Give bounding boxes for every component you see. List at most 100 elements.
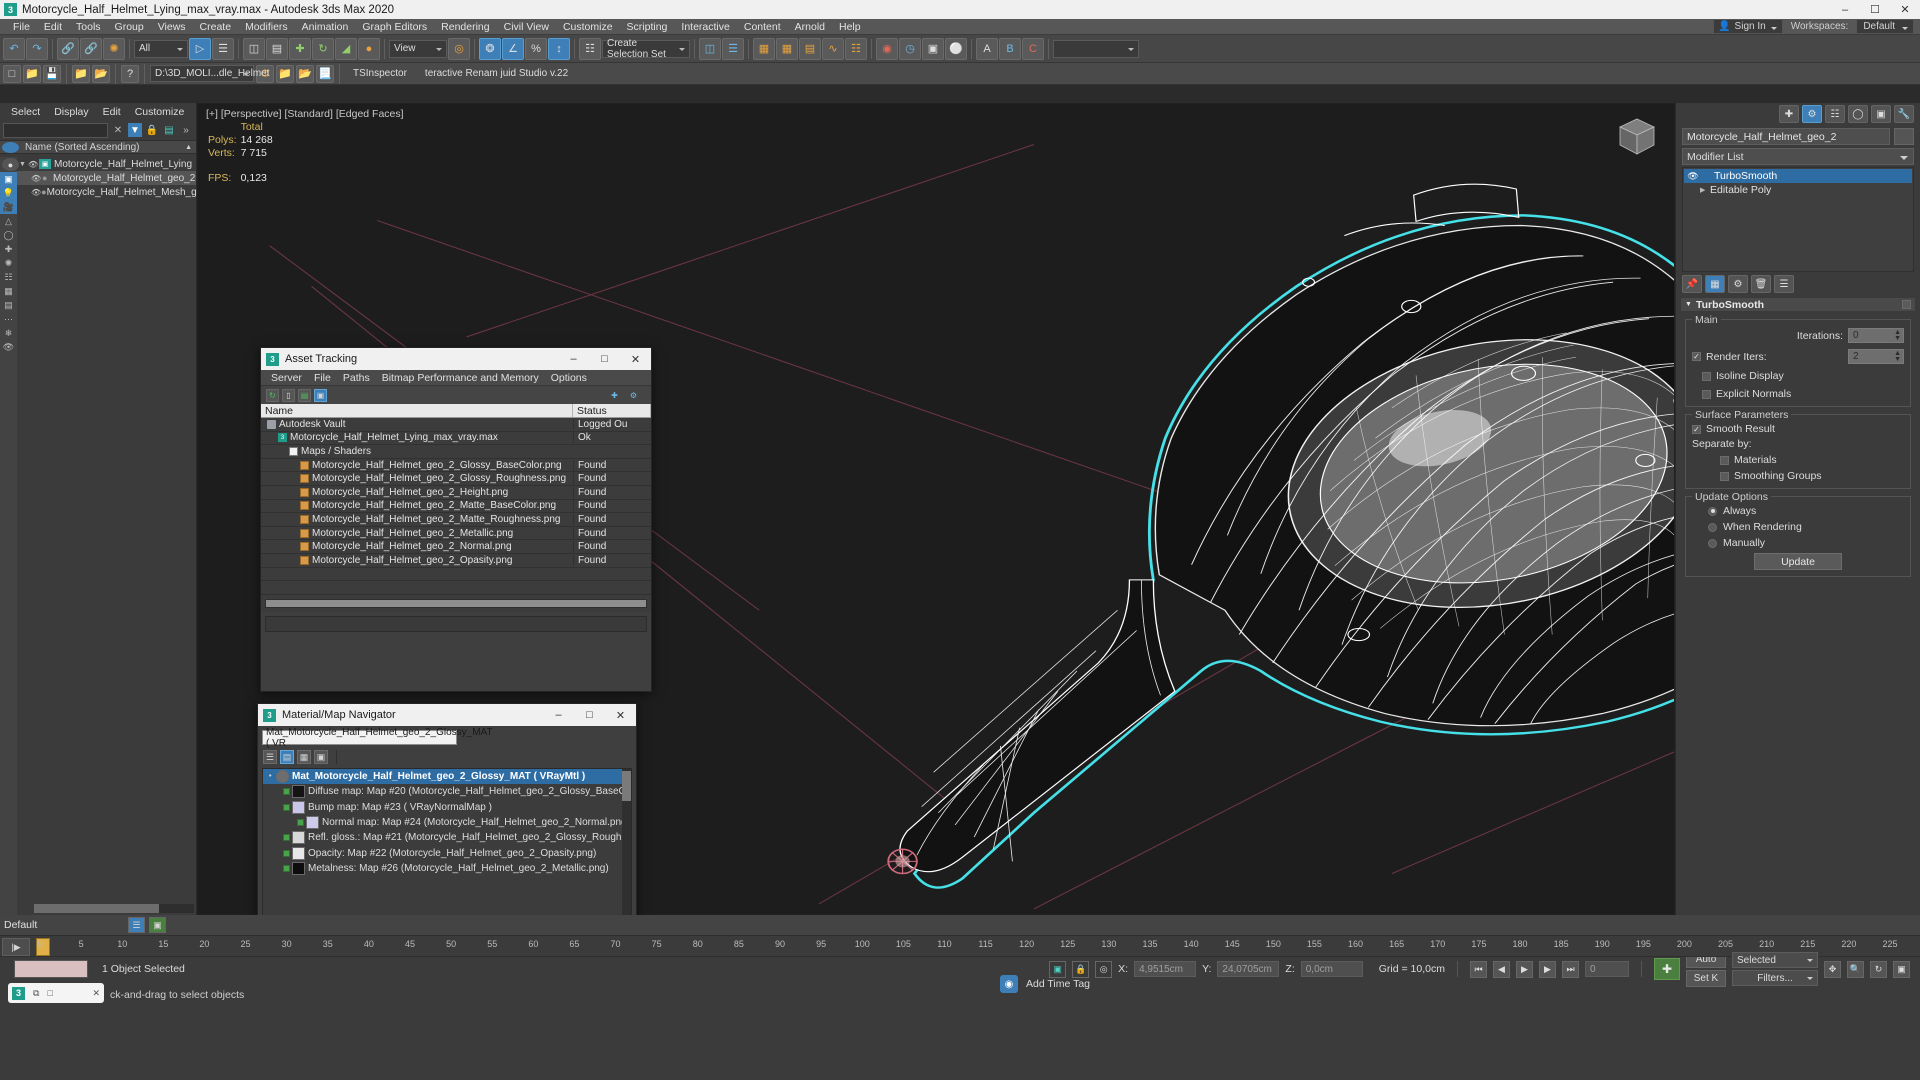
- redo-icon[interactable]: ↷: [26, 37, 48, 60]
- project-manage-icon[interactable]: 📃: [316, 64, 334, 83]
- materials-checkbox[interactable]: [1720, 455, 1729, 465]
- sort-arrow-icon[interactable]: ▲: [185, 144, 196, 151]
- listener-close-icon[interactable]: ✕: [92, 988, 100, 999]
- expand-plus-icon[interactable]: [283, 803, 290, 811]
- rollout-pin-box[interactable]: [1902, 300, 1911, 309]
- table-row[interactable]: Motorcycle_Half_Helmet_geo_2_Opasity.png…: [261, 554, 651, 568]
- y-coordinate-field[interactable]: 24,0705cm: [1217, 961, 1280, 977]
- tab-create[interactable]: ✚: [1779, 105, 1799, 123]
- gutter-xref-icon[interactable]: ▤: [0, 298, 17, 312]
- explicit-normals-checkbox[interactable]: [1702, 389, 1711, 399]
- menu-interactive[interactable]: Interactive: [674, 19, 736, 35]
- expand-plus-icon[interactable]: [283, 788, 290, 796]
- prev-frame-icon[interactable]: ◀: [1493, 960, 1510, 978]
- select-scale-icon[interactable]: ◢: [335, 37, 357, 60]
- visibility-eye-icon[interactable]: 👁: [31, 174, 42, 183]
- render-production-icon[interactable]: ⚪: [945, 37, 967, 60]
- list-item[interactable]: • Mat_Motorcycle_Half_Helmet_geo_2_Glossy…: [263, 769, 631, 785]
- expand-plus-icon[interactable]: [283, 834, 290, 842]
- spinner-snap-icon[interactable]: ↕: [548, 37, 570, 60]
- mirror-icon[interactable]: ◫: [699, 37, 721, 60]
- object-name-field[interactable]: [1682, 128, 1890, 145]
- key-filter-select[interactable]: Selected: [1732, 952, 1818, 968]
- asset-tracking-path-field[interactable]: [265, 615, 647, 632]
- table-row[interactable]: Motorcycle_Half_Helmet_geo_2_Height.png F…: [261, 486, 651, 500]
- pivot-center-icon[interactable]: ◎: [448, 37, 470, 60]
- menu-modifiers[interactable]: Modifiers: [238, 19, 295, 35]
- tab-modify[interactable]: ⚙: [1802, 105, 1822, 123]
- scene-menu-customize[interactable]: Customize: [129, 106, 191, 118]
- column-header-name[interactable]: Name: [261, 404, 573, 417]
- add-time-tag-label[interactable]: Add Time Tag: [1026, 978, 1090, 990]
- timeline-mode-icon[interactable]: |▶: [2, 938, 30, 956]
- time-tag-icon[interactable]: ◉: [1000, 975, 1018, 993]
- table-row[interactable]: Motorcycle_Half_Helmet_geo_2_Matte_BaseC…: [261, 500, 651, 514]
- asset-tracking-hscrollbar[interactable]: [265, 598, 647, 608]
- project-explore-icon[interactable]: 📂: [296, 64, 314, 83]
- menu-views[interactable]: Views: [151, 19, 193, 35]
- scene-menu-display[interactable]: Display: [48, 106, 94, 118]
- stack-item-turbosmooth[interactable]: 👁 TurboSmooth: [1684, 169, 1912, 183]
- column-name-label[interactable]: Name (Sorted Ascending): [19, 142, 185, 153]
- smoothing-groups-checkbox[interactable]: [1720, 471, 1729, 481]
- help-circle-icon[interactable]: ?: [121, 64, 139, 83]
- update-button[interactable]: Update: [1754, 553, 1842, 570]
- smooth-result-checkbox[interactable]: ✓: [1692, 424, 1701, 434]
- table-row[interactable]: Motorcycle_Half_Helmet_geo_2_Metallic.pn…: [261, 527, 651, 541]
- set-project-folder-icon[interactable]: 📁: [276, 64, 294, 83]
- schematic-view-icon[interactable]: ☷: [845, 37, 867, 60]
- new-scene-icon[interactable]: □: [3, 64, 21, 83]
- rollout-header[interactable]: ▼ TurboSmooth: [1680, 297, 1916, 312]
- refresh-icon[interactable]: ↻: [266, 388, 279, 402]
- render-iters-checkbox[interactable]: ✓: [1692, 352, 1701, 361]
- tab-display[interactable]: ▣: [1871, 105, 1891, 123]
- menu-rendering[interactable]: Rendering: [434, 19, 496, 35]
- listener-copy-icon[interactable]: ⧉: [33, 988, 39, 999]
- timeline-ruler[interactable]: 0 5 10 15 20 25 30 35 40 45 50 55 60 65 70 75 80 85 90 95 10…: [0, 935, 1920, 957]
- tsinspector-label[interactable]: TSInspector: [345, 68, 415, 79]
- select-move-icon[interactable]: ✚: [289, 37, 311, 60]
- percent-snap-icon[interactable]: %: [525, 37, 547, 60]
- select-object-icon[interactable]: ▷: [189, 37, 211, 60]
- snap-toggle-icon[interactable]: ❂: [479, 37, 501, 60]
- collapse-all-icon[interactable]: ⚙: [627, 389, 640, 402]
- at-menu-server[interactable]: Server: [265, 372, 308, 384]
- table-row[interactable]: [261, 581, 651, 595]
- gutter-hide-icon[interactable]: 👁: [0, 340, 17, 354]
- at-menu-file[interactable]: File: [308, 372, 337, 384]
- view-large-icons-icon[interactable]: ▣: [314, 750, 328, 764]
- material-path-field[interactable]: Mat_Motorcycle_Half_Helmet_geo_2_Glossy_…: [262, 727, 493, 749]
- at-menu-paths[interactable]: Paths: [337, 372, 376, 384]
- spinner-arrows-icon[interactable]: ▲ ▼: [1894, 350, 1901, 363]
- iterations-spinner[interactable]: 0 ▲ ▼: [1848, 328, 1904, 343]
- minimize-button[interactable]: –: [1830, 0, 1860, 19]
- update-when-rendering-row[interactable]: When Rendering: [1692, 521, 1904, 533]
- window-crossing-icon[interactable]: ▤: [266, 37, 288, 60]
- modifier-eye-icon[interactable]: 👁: [1686, 171, 1700, 182]
- gutter-group-icon[interactable]: ▦: [0, 284, 17, 298]
- list-item[interactable]: 👁 ● Motorcycle_Half_Helmet_geo_2: [17, 171, 196, 185]
- manually-radio[interactable]: [1708, 538, 1717, 548]
- always-radio[interactable]: [1708, 506, 1717, 516]
- expand-all-icon[interactable]: ✚: [608, 389, 621, 402]
- current-frame-field[interactable]: 0: [1585, 961, 1629, 977]
- collapse-triangle-icon[interactable]: ▼: [1685, 301, 1692, 308]
- list-view-icon[interactable]: ▯: [282, 388, 295, 402]
- menu-create[interactable]: Create: [193, 19, 239, 35]
- plugin-label[interactable]: teractive Renam juid Studio v.22: [417, 68, 576, 79]
- menu-tools[interactable]: Tools: [69, 19, 108, 35]
- workspace-select[interactable]: Default: [1856, 19, 1914, 34]
- material-navigator-close[interactable]: ✕: [605, 704, 636, 726]
- asset-browser-icon[interactable]: 📂: [92, 64, 110, 83]
- play-icon[interactable]: ▶: [1516, 960, 1533, 978]
- table-row[interactable]: [261, 568, 651, 582]
- project-path-combo[interactable]: D:\3D_MOLI...dle_Helmet: [150, 65, 270, 82]
- layer-explorer-icon[interactable]: ▦: [753, 37, 775, 60]
- column-header-status[interactable]: Status: [573, 404, 651, 417]
- goto-start-icon[interactable]: ⏮: [1470, 960, 1487, 978]
- at-menu-bitmap-performance[interactable]: Bitmap Performance and Memory: [376, 372, 545, 384]
- scene-menu-select[interactable]: Select: [5, 106, 46, 118]
- material-navigator-maximize[interactable]: □: [574, 704, 605, 726]
- asset-tracking-close[interactable]: ✕: [620, 348, 651, 370]
- view-list-icon[interactable]: ☰: [263, 750, 277, 764]
